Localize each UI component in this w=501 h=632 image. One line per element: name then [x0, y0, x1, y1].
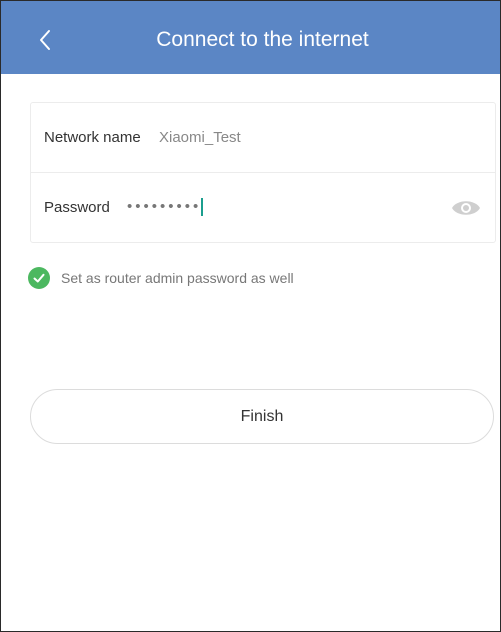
- admin-password-checkbox[interactable]: Set as router admin password as well: [28, 266, 294, 290]
- password-label: Password: [44, 199, 110, 216]
- page-title: Connect to the internet: [156, 28, 369, 51]
- finish-button[interactable]: Finish: [30, 389, 494, 444]
- password-masked-value: •••••••••: [127, 198, 202, 215]
- network-name-value[interactable]: Xiaomi_Test: [159, 129, 241, 147]
- password-row: Password •••••••••: [31, 173, 495, 242]
- app-screen: Connect to the internet Network name Xia…: [0, 0, 501, 632]
- eye-icon[interactable]: [451, 198, 481, 218]
- network-name-label: Network name: [44, 129, 141, 146]
- wifi-form-card: Network name Xiaomi_Test Password ••••••…: [30, 102, 496, 243]
- text-cursor: [201, 198, 204, 216]
- password-input[interactable]: •••••••••: [127, 195, 204, 219]
- admin-password-label: Set as router admin password as well: [61, 270, 294, 286]
- top-app-bar: Connect to the internet: [1, 1, 500, 74]
- checkmark-circle-icon: [28, 267, 50, 289]
- network-name-row[interactable]: Network name Xiaomi_Test: [31, 103, 495, 172]
